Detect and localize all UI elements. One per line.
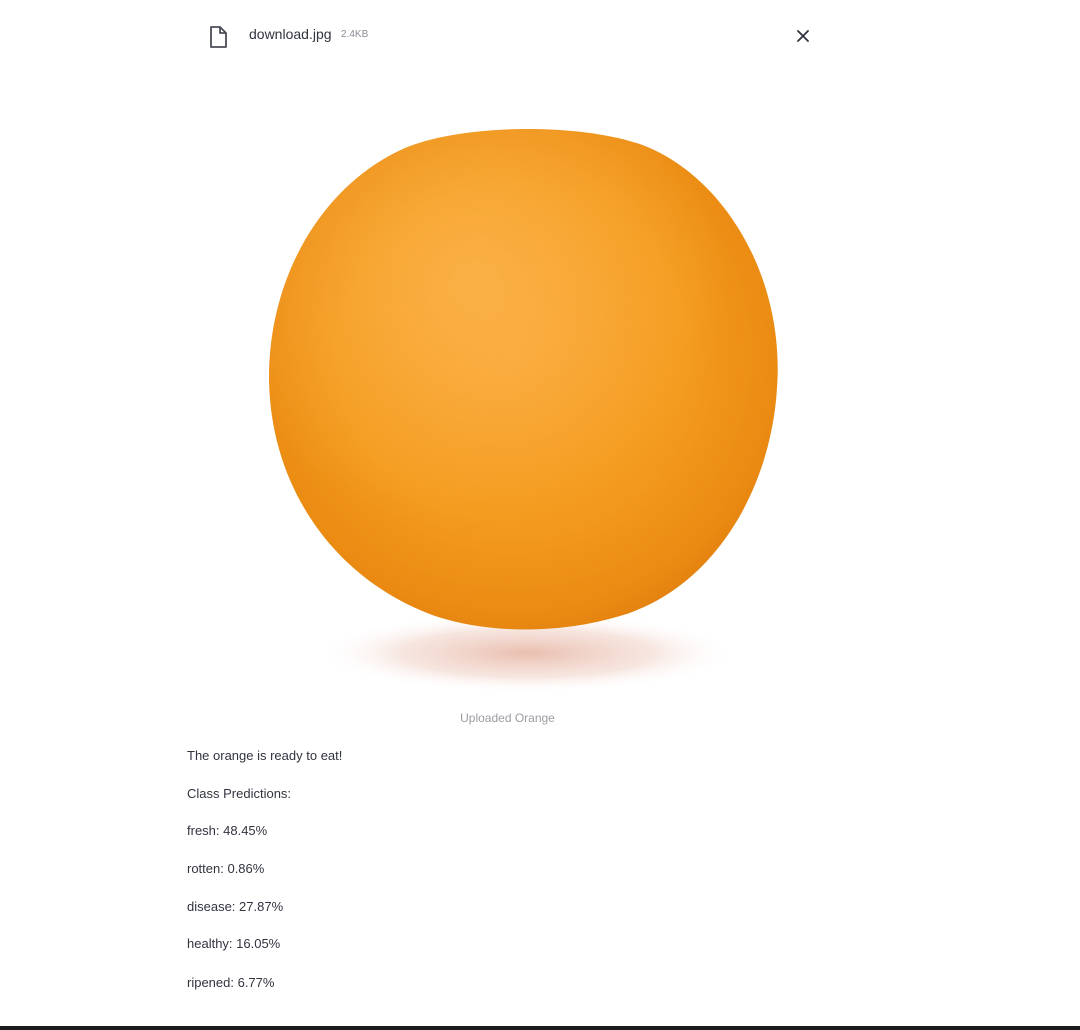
prediction-rotten: rotten: 0.86% (187, 861, 265, 876)
prediction-ripened: ripened: 6.77% (187, 975, 275, 990)
bottom-divider (0, 1026, 1080, 1030)
remove-file-button[interactable] (789, 24, 817, 52)
image-caption: Uploaded Orange (460, 711, 555, 725)
file-size: 2.4KB (341, 29, 369, 40)
close-icon (796, 29, 810, 48)
prediction-healthy: healthy: 16.05% (187, 936, 281, 951)
uploaded-file-row: download.jpg 2.4KB (205, 20, 820, 54)
prediction-fresh: fresh: 48.45% (187, 823, 268, 838)
uploaded-orange-image (255, 68, 795, 702)
verdict-text: The orange is ready to eat! (187, 748, 343, 763)
file-name: download.jpg (249, 26, 332, 42)
prediction-disease: disease: 27.87% (187, 899, 284, 914)
predictions-header: Class Predictions: (187, 786, 292, 801)
file-icon (205, 24, 231, 50)
